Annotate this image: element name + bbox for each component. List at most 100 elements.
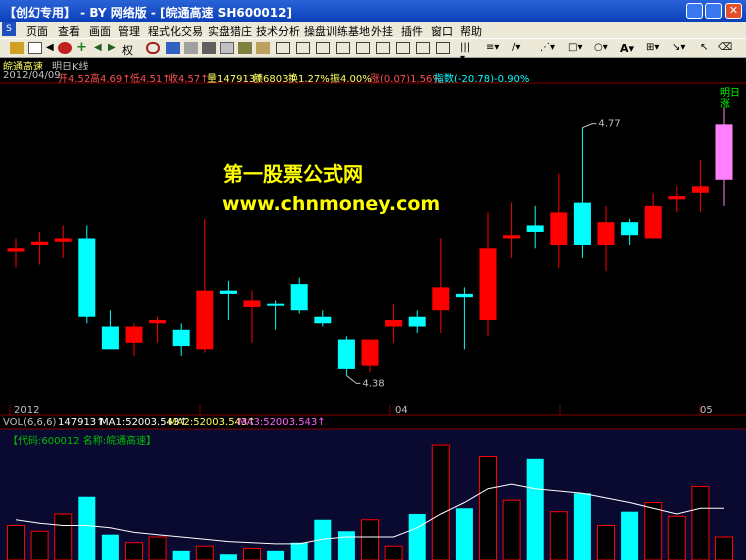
grid8-icon[interactable] bbox=[396, 42, 410, 54]
menu-item-plugin[interactable]: 插件 bbox=[401, 23, 423, 39]
stock-name-bar: 皖通高速 明日K线 bbox=[0, 58, 746, 73]
menu-item-help[interactable]: 帮助 bbox=[460, 23, 482, 39]
volume-bar bbox=[597, 525, 615, 560]
candle-body bbox=[479, 248, 497, 320]
logo-icon[interactable] bbox=[10, 42, 24, 54]
volume-bar bbox=[361, 519, 379, 560]
candle-body bbox=[361, 339, 379, 366]
candle-body bbox=[455, 293, 473, 298]
grid6-icon[interactable] bbox=[356, 42, 370, 54]
quote-open: 开4.52 bbox=[58, 74, 91, 85]
menu-item-window[interactable]: 窗口 bbox=[431, 23, 453, 39]
wave-icon[interactable]: ∕▾ bbox=[512, 42, 526, 54]
maximize-button[interactable] bbox=[705, 3, 722, 19]
vol-ma3: MA3:52003.543↑ bbox=[238, 417, 326, 428]
minimize-button[interactable] bbox=[686, 3, 703, 19]
menu-item-program-trade[interactable]: 程式化交易 bbox=[148, 23, 203, 39]
grid4-icon[interactable] bbox=[316, 42, 330, 54]
volume-bar bbox=[125, 542, 143, 560]
quote-high: 高4.69↑ bbox=[90, 74, 131, 85]
volume-bar bbox=[384, 545, 403, 560]
volume-bar bbox=[30, 530, 49, 560]
candle-body bbox=[385, 320, 403, 327]
pointer-icon[interactable]: ↖ bbox=[700, 42, 714, 54]
candle-body bbox=[621, 222, 639, 236]
menu-item-hunt[interactable]: 实盘猎庄 bbox=[208, 23, 252, 39]
menu-item-manage[interactable]: 管理 bbox=[118, 23, 140, 39]
candle-body bbox=[550, 212, 568, 245]
volume-code-label: 【代码:600012 名称:皖通高速】 bbox=[8, 436, 157, 447]
circle-icon[interactable]: ○▾ bbox=[594, 42, 608, 54]
menu-item-addon[interactable]: 外挂 bbox=[371, 23, 393, 39]
candle-body bbox=[573, 202, 591, 245]
candle-body bbox=[314, 316, 332, 324]
close-button[interactable]: ✕ bbox=[725, 3, 742, 19]
volume-bar bbox=[172, 550, 190, 560]
volume-bar bbox=[219, 554, 237, 560]
grid10-icon[interactable] bbox=[436, 42, 450, 54]
candle-body bbox=[290, 284, 308, 311]
box-icon[interactable] bbox=[256, 42, 270, 54]
low-marker-line bbox=[346, 375, 361, 384]
brush-icon[interactable] bbox=[238, 42, 252, 54]
candle-body bbox=[101, 326, 119, 350]
candle-body bbox=[31, 241, 49, 245]
volume-bar bbox=[667, 515, 686, 560]
chip-icon[interactable] bbox=[202, 42, 216, 54]
candle-body bbox=[172, 329, 190, 347]
vol-value: 147913↑ bbox=[58, 417, 105, 428]
quote-turnover: 换1.27% bbox=[288, 74, 330, 85]
candle-body bbox=[526, 225, 544, 232]
eraser-icon[interactable]: ⌫ bbox=[718, 42, 732, 54]
grid-icon[interactable] bbox=[220, 42, 234, 54]
square-icon[interactable] bbox=[184, 42, 198, 54]
menu-item-tech-analysis[interactable]: 技术分析 bbox=[256, 23, 300, 39]
grid5-icon[interactable] bbox=[336, 42, 350, 54]
glasses-icon[interactable] bbox=[146, 42, 160, 54]
tomorrow-label-line1: 明日 bbox=[720, 88, 740, 99]
grid7-icon[interactable] bbox=[376, 42, 390, 54]
candle-body bbox=[196, 290, 214, 350]
rect-icon[interactable]: □▾ bbox=[568, 42, 582, 54]
text-icon[interactable]: A▾ bbox=[620, 42, 634, 55]
forward-icon[interactable]: ▶ bbox=[108, 42, 122, 54]
pen-icon[interactable] bbox=[166, 42, 180, 54]
arrow-icon[interactable]: ↘▾ bbox=[672, 42, 686, 54]
menu-item-page[interactable]: 页面 bbox=[26, 23, 48, 39]
candle-body bbox=[54, 238, 72, 242]
low-price-label: 4.38 bbox=[362, 378, 384, 389]
menu-item-view[interactable]: 查看 bbox=[58, 23, 80, 39]
volume-bar bbox=[314, 519, 332, 560]
quote-change: 涨(0.07)1.56% bbox=[370, 74, 442, 85]
quote-index: 指数(-20.78)-0.90% bbox=[434, 74, 530, 85]
menu-item-canvas[interactable]: 画面 bbox=[89, 23, 111, 39]
plus-icon[interactable]: + bbox=[76, 41, 90, 54]
candle-body bbox=[691, 186, 709, 193]
volume-bar bbox=[290, 542, 308, 560]
volume-bar bbox=[621, 511, 639, 560]
watermark-url: www.chnmoney.com bbox=[222, 193, 441, 215]
back-icon[interactable]: ◀ bbox=[94, 42, 108, 54]
menu-bar: S 页面 查看 画面 管理 程式化交易 实盘猎庄 技术分析 操盘训练基地 外挂 … bbox=[0, 22, 746, 38]
rights-label[interactable]: 权 bbox=[122, 42, 133, 58]
grid9-icon[interactable] bbox=[416, 42, 430, 54]
candle-body bbox=[668, 196, 686, 200]
volume-ma-line bbox=[15, 483, 724, 545]
bar-icon[interactable]: |||▾ bbox=[460, 42, 474, 64]
quote-date: 2012/04/09 bbox=[3, 70, 61, 81]
grid2-icon[interactable] bbox=[276, 42, 290, 54]
aa-icon[interactable]: ⊞▾ bbox=[646, 42, 660, 54]
select-icon[interactable]: ⋰▾ bbox=[540, 42, 555, 54]
menu-item-training[interactable]: 操盘训练基地 bbox=[304, 23, 370, 39]
page-icon[interactable] bbox=[28, 42, 42, 54]
record-icon[interactable] bbox=[58, 42, 72, 54]
axis-label-right: 05 bbox=[700, 405, 713, 416]
volume-bar bbox=[691, 485, 710, 560]
candle-body bbox=[78, 238, 96, 317]
app-icon[interactable]: S bbox=[2, 22, 16, 36]
grid3-icon[interactable] bbox=[296, 42, 310, 54]
volume-bar bbox=[573, 493, 591, 560]
toolbar: ◀ + ◀ ▶ 权 |||▾ ≡▾ ∕▾ ⋰▾ □▾ ○▾ A▾ ⊞▾ ↘▾ ↖… bbox=[0, 38, 746, 64]
volume-bar bbox=[195, 545, 214, 560]
line-icon[interactable]: ≡▾ bbox=[486, 42, 500, 54]
